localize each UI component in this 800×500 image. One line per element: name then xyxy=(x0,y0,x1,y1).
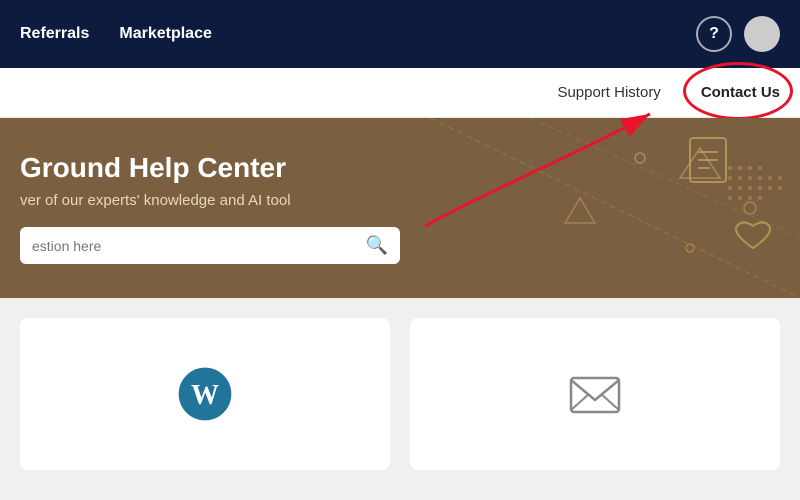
top-navigation: Referrals Marketplace ? xyxy=(0,0,800,68)
email-card[interactable] xyxy=(410,318,780,470)
nav-marketplace[interactable]: Marketplace xyxy=(119,25,212,43)
contact-us-link[interactable]: Contact Us xyxy=(701,84,780,101)
help-button[interactable]: ? xyxy=(696,16,732,52)
cards-section: W xyxy=(0,298,800,490)
nav-referrals[interactable]: Referrals xyxy=(20,25,89,43)
wordpress-icon: W xyxy=(177,366,233,422)
hero-banner: Ground Help Center ver of our experts' k… xyxy=(0,118,800,298)
nav-right: ? xyxy=(696,16,780,52)
support-history-link[interactable]: Support History xyxy=(557,84,660,101)
hero-search-box: 🔍 xyxy=(20,227,400,264)
wordpress-card[interactable]: W xyxy=(20,318,390,470)
sub-nav-links: Support History Contact Us xyxy=(557,84,780,102)
sub-navigation: Support History Contact Us xyxy=(0,68,800,118)
nav-left: Referrals Marketplace xyxy=(20,25,212,43)
svg-text:W: W xyxy=(191,380,219,411)
search-input[interactable] xyxy=(32,238,366,254)
contact-us-wrapper: Contact Us xyxy=(701,84,780,102)
envelope-icon xyxy=(567,366,623,422)
hero-decorations xyxy=(380,118,800,298)
avatar[interactable] xyxy=(744,16,780,52)
